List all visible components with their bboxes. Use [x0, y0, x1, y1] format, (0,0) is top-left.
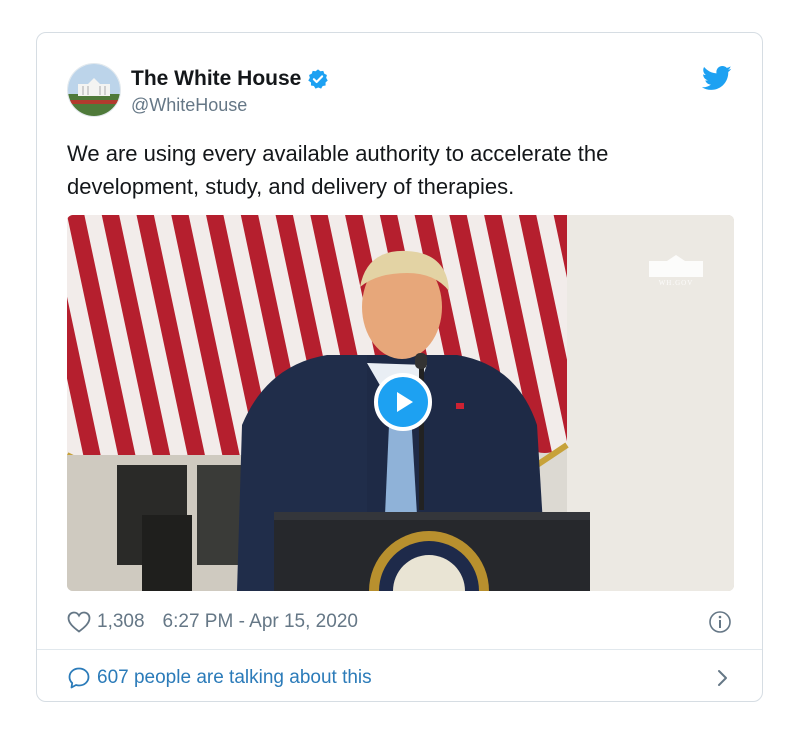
- chevron-right-icon[interactable]: [712, 668, 732, 688]
- video-media[interactable]: WH.GOV: [67, 215, 734, 591]
- tweet-card: The White House @WhiteHouse We are using…: [36, 32, 763, 702]
- info-icon[interactable]: [708, 610, 732, 634]
- timestamp[interactable]: 6:27 PM - Apr 15, 2020: [163, 611, 358, 633]
- speech-bubble-icon: [68, 667, 90, 689]
- heart-icon: [67, 611, 91, 633]
- handle[interactable]: @WhiteHouse: [131, 95, 329, 116]
- tweet-text: We are using every available authority t…: [67, 141, 609, 199]
- tweet-header: The White House @WhiteHouse: [67, 63, 732, 119]
- like-button[interactable]: 1,308: [67, 611, 145, 633]
- play-icon: [397, 392, 413, 412]
- avatar[interactable]: [67, 63, 121, 117]
- divider: [37, 649, 762, 650]
- tweet-meta: 1,308 6:27 PM - Apr 15, 2020: [67, 607, 732, 637]
- twitter-bird-icon[interactable]: [702, 63, 732, 93]
- conversation-link[interactable]: 607 people are talking about this: [67, 663, 732, 693]
- conversation-text: 607 people are talking about this: [97, 667, 372, 688]
- display-name[interactable]: The White House: [131, 67, 301, 91]
- like-count: 1,308: [97, 611, 145, 632]
- play-button[interactable]: [374, 373, 432, 431]
- watermark-text: WH.GOV: [658, 279, 694, 287]
- verified-badge-icon: [308, 69, 329, 89]
